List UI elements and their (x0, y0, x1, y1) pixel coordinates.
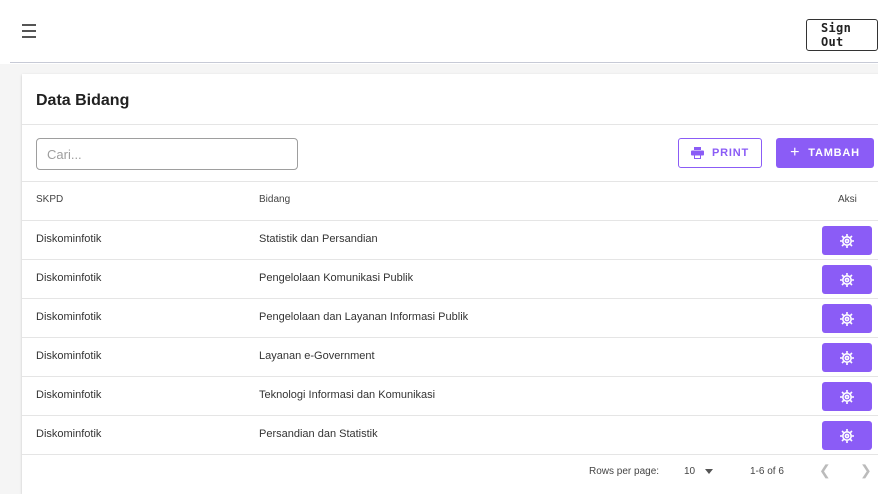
print-button[interactable]: PRINT (678, 138, 762, 168)
column-header-bidang[interactable]: Bidang (259, 194, 290, 205)
cell-bidang: Persandian dan Statistik (259, 428, 378, 440)
page-title: Data Bidang (36, 92, 130, 109)
table-footer: Rows per page: 10 1-6 of 6 ❮ ❯ (22, 450, 878, 490)
hamburger-menu-icon[interactable] (22, 24, 44, 42)
cell-skpd: Diskominfotik (36, 272, 102, 284)
title-divider (22, 124, 878, 125)
search-input[interactable] (36, 138, 298, 170)
table-row: Diskominfotik Statistik dan Persandian (22, 220, 878, 259)
table-row: Diskominfotik Teknologi Informasi dan Ko… (22, 376, 878, 415)
table-header: SKPD Bidang Aksi (22, 182, 878, 220)
row-action-button[interactable] (822, 343, 872, 372)
pagination-range: 1-6 of 6 (750, 466, 784, 477)
cell-bidang: Statistik dan Persandian (259, 233, 378, 245)
gear-icon (840, 272, 854, 287)
gear-icon (840, 428, 854, 443)
table-row: Diskominfotik Persandian dan Statistik (22, 415, 878, 455)
row-action-button[interactable] (822, 265, 872, 294)
column-header-skpd[interactable]: SKPD (36, 194, 63, 205)
printer-icon (691, 147, 704, 159)
chevron-left-icon[interactable]: ❮ (819, 462, 831, 479)
add-label: TAMBAH (808, 147, 860, 159)
caret-down-icon (705, 469, 714, 474)
table-row: Diskominfotik Pengelolaan Komunikasi Pub… (22, 259, 878, 298)
plus-icon: + (790, 144, 801, 161)
cell-skpd: Diskominfotik (36, 350, 102, 362)
rows-per-page-select[interactable]: 10 (684, 466, 714, 477)
table-body: Diskominfotik Statistik dan Persandian D… (22, 220, 878, 455)
gear-icon (840, 233, 854, 248)
row-action-button[interactable] (822, 382, 872, 411)
row-action-button[interactable] (822, 226, 872, 255)
cell-skpd: Diskominfotik (36, 311, 102, 323)
cell-skpd: Diskominfotik (36, 233, 102, 245)
add-button[interactable]: + TAMBAH (776, 138, 874, 168)
table-row: Diskominfotik Pengelolaan dan Layanan In… (22, 298, 878, 337)
row-action-button[interactable] (822, 304, 872, 333)
gear-icon (840, 311, 854, 326)
cell-bidang: Layanan e-Government (259, 350, 375, 362)
table-row: Diskominfotik Layanan e-Government (22, 337, 878, 376)
top-app-bar: Sign Out (0, 0, 878, 64)
gear-icon (840, 350, 854, 365)
cell-bidang: Pengelolaan dan Layanan Informasi Publik (259, 311, 469, 323)
column-header-aksi: Aksi (838, 194, 857, 205)
cell-bidang: Teknologi Informasi dan Komunikasi (259, 389, 436, 401)
header-divider (10, 62, 878, 63)
cell-skpd: Diskominfotik (36, 389, 102, 401)
rows-per-page-value: 10 (684, 466, 696, 477)
cell-skpd: Diskominfotik (36, 428, 102, 440)
row-action-button[interactable] (822, 421, 872, 450)
data-card: Data Bidang PRINT + TAMBAH SKPD Bidang A… (22, 74, 878, 494)
chevron-right-icon[interactable]: ❯ (860, 462, 872, 479)
rows-per-page-label: Rows per page: (589, 466, 660, 477)
print-label: PRINT (712, 147, 749, 159)
sign-out-button[interactable]: Sign Out (806, 19, 878, 51)
gear-icon (840, 389, 854, 404)
cell-bidang: Pengelolaan Komunikasi Publik (259, 272, 414, 284)
